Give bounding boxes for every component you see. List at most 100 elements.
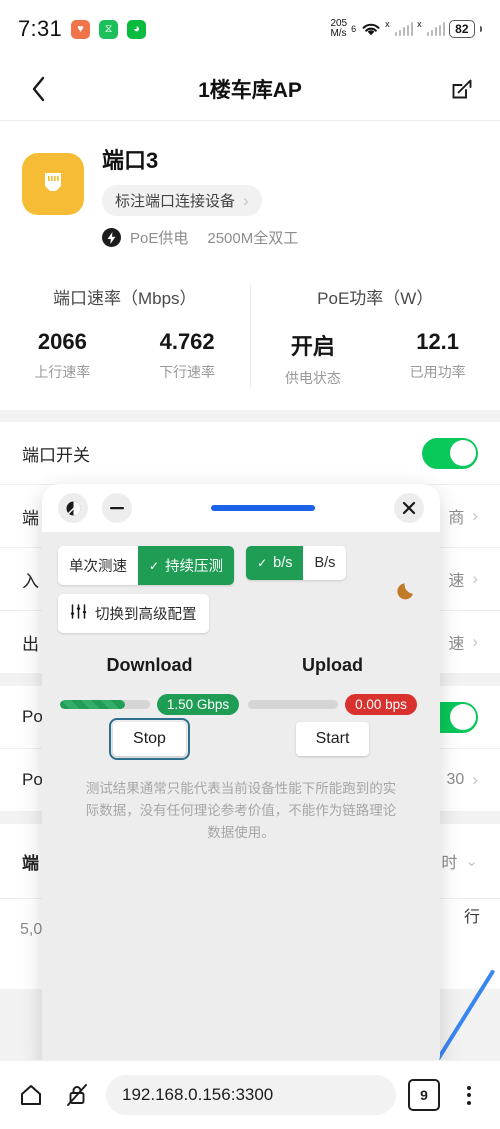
- speedtest-window[interactable]: 单次测速 ✓ 持续压测 ✓ b/s B/s 切换到高级配置 Download 1…: [42, 484, 440, 1072]
- download-title: Download: [106, 655, 193, 675]
- url-bar[interactable]: 192.168.0.156:3300: [106, 1075, 396, 1115]
- unit-bits-label: b/s: [273, 555, 293, 571]
- speedtest-disclaimer: 测试结果通常只能代表当前设备性能下所能跑到的实际数据，没有任何理论参考价值，不能…: [85, 781, 397, 840]
- unit-segmented-control[interactable]: ✓ b/s B/s: [246, 546, 347, 580]
- home-icon[interactable]: [14, 1078, 48, 1112]
- advanced-config-button[interactable]: 切换到高级配置: [58, 594, 209, 633]
- unit-bytes-label: B/s: [314, 555, 336, 571]
- stat-value: 12.1: [416, 329, 460, 354]
- upload-title: Upload: [302, 655, 363, 675]
- stat-label: 上行速率: [34, 364, 91, 380]
- download-progress-bar: [59, 700, 150, 709]
- mode-single-test-button[interactable]: 单次测速: [58, 546, 138, 585]
- status-bar: 7:31 ♥ ⧖ ◕ 205 M/s 6 x x 82: [0, 0, 500, 58]
- stat-value: 开启: [290, 334, 335, 359]
- row-right: 时 ⌄: [441, 849, 478, 873]
- lightning-bolt-icon: [102, 228, 121, 247]
- unit-bits-button[interactable]: ✓ b/s: [246, 546, 304, 580]
- chevron-right-icon: ›: [472, 569, 478, 588]
- port-switch-toggle[interactable]: [422, 437, 478, 469]
- upload-progress-bar: [248, 700, 339, 709]
- stat-header: 端口速率（Mbps）: [52, 289, 197, 308]
- signal-bars-sim1-icon: [394, 22, 414, 36]
- row-label: Po: [22, 770, 43, 789]
- wifi-icon: [361, 22, 381, 37]
- wifi-generation-label: 6: [351, 24, 357, 34]
- browser-bottom-bar[interactable]: 192.168.0.156:3300 9: [0, 1060, 500, 1129]
- port-subinfo: PoE供电 2500M全双工: [102, 227, 478, 248]
- upload-progress-row: 0.00 bps: [241, 694, 424, 715]
- port-title: 端口3: [102, 148, 159, 173]
- app-root: 7:31 ♥ ⧖ ◕ 205 M/s 6 x x 82 1楼车库AP 端口3 标…: [0, 0, 500, 1129]
- half-filled-circle-icon[interactable]: [58, 493, 88, 523]
- unit-bytes-button[interactable]: B/s: [303, 546, 347, 580]
- link-speed-label: 2500M全双工: [207, 230, 299, 247]
- mode-single-test-label: 单次测速: [69, 559, 127, 575]
- battery-indicator: 82: [449, 20, 475, 38]
- tab-count-button[interactable]: 9: [408, 1079, 440, 1111]
- row-label: 端口开关: [22, 445, 90, 465]
- battery-level: 82: [455, 22, 469, 36]
- health-icon: ♥: [71, 19, 91, 39]
- chevron-right-icon: ›: [472, 770, 478, 789]
- mode-continuous-test-label: 持续压测: [165, 559, 224, 575]
- url-text: 192.168.0.156:3300: [122, 1085, 274, 1104]
- mode-continuous-test-button[interactable]: ✓ 持续压测: [138, 546, 235, 585]
- sliders-icon: [70, 604, 87, 623]
- stat-label: 下行速率: [159, 364, 216, 380]
- stat-upload-rate: 2066 上行速率: [0, 329, 125, 382]
- lock-slashed-icon[interactable]: [60, 1078, 94, 1112]
- row-value: 时: [441, 855, 458, 872]
- stat-header: PoE功率（W）: [317, 289, 434, 308]
- edit-square-icon[interactable]: [446, 73, 478, 105]
- stat-poe-used: 12.1 已用功率: [375, 329, 500, 388]
- stat-label: 已用功率: [409, 364, 466, 380]
- row-right: 商 ›: [448, 504, 478, 528]
- speedtest-body: 单次测速 ✓ 持续压测 ✓ b/s B/s 切换到高级配置 Download 1…: [42, 532, 440, 844]
- advanced-config-label: 切换到高级配置: [95, 607, 197, 623]
- speedtest-window-titlebar[interactable]: [42, 484, 440, 532]
- stat-group-port-rate: 端口速率（Mbps） 2066 上行速率 4.762 下行速率: [0, 284, 250, 388]
- section-gap: [0, 410, 500, 422]
- stat-download-rate: 4.762 下行速率: [125, 329, 250, 382]
- page-title: 1楼车库AP: [198, 79, 302, 102]
- mode-segmented-control[interactable]: 单次测速 ✓ 持续压测: [58, 546, 235, 585]
- upload-panel: Upload 0.00 bps Start: [241, 655, 424, 756]
- back-button[interactable]: [22, 73, 54, 105]
- check-icon: ✓: [149, 558, 160, 573]
- chart-legend-partial: 行: [463, 909, 480, 926]
- kebab-menu-icon[interactable]: [452, 1078, 486, 1112]
- label-connected-device-button[interactable]: 标注端口连接设备 ›: [102, 185, 262, 216]
- download-stop-button[interactable]: Stop: [109, 718, 190, 760]
- stat-label: 供电状态: [284, 370, 341, 386]
- minimize-button[interactable]: [102, 493, 132, 523]
- chevron-right-icon: ›: [243, 190, 249, 210]
- row-value: 速: [448, 636, 465, 653]
- tab-count-value: 9: [420, 1087, 428, 1103]
- check-icon: ✓: [257, 556, 268, 570]
- speedtest-panels: Download 1.50 Gbps Stop Upload 0.00 bps …: [58, 655, 424, 760]
- status-time: 7:31: [18, 16, 63, 41]
- row-right: 速 ›: [448, 567, 478, 591]
- stats-section: 端口速率（Mbps） 2066 上行速率 4.762 下行速率 PoE功率（W）: [0, 266, 500, 410]
- poe-label: PoE供电: [130, 230, 189, 247]
- moon-icon[interactable]: [396, 580, 418, 606]
- sim1-no-service-icon: x: [385, 19, 390, 29]
- upload-start-button[interactable]: Start: [295, 722, 370, 756]
- download-progress-row: 1.50 Gbps: [58, 694, 241, 715]
- signal-bars-sim2-icon: [426, 22, 446, 36]
- row-label: 入: [22, 571, 39, 591]
- close-x-icon[interactable]: [394, 493, 424, 523]
- status-bar-left: 7:31 ♥ ⧖ ◕: [18, 16, 147, 42]
- battery-tip-icon: [480, 26, 482, 32]
- download-panel: Download 1.50 Gbps Stop: [58, 655, 241, 760]
- stat-value: 4.762: [159, 329, 215, 354]
- chevron-right-icon: ›: [472, 506, 478, 525]
- speedtest-controls: 单次测速 ✓ 持续压测 ✓ b/s B/s: [58, 546, 424, 585]
- download-speed-badge: 1.50 Gbps: [156, 694, 240, 715]
- wechat-icon: ◕: [127, 19, 147, 39]
- drag-handle[interactable]: [146, 505, 380, 511]
- port-header-card: 端口3 标注端口连接设备 › PoE供电 2500M全双工 端口速率（Mbps）: [0, 121, 500, 410]
- stat-value: 2066: [37, 329, 87, 354]
- row-port-switch[interactable]: 端口开关: [0, 422, 500, 485]
